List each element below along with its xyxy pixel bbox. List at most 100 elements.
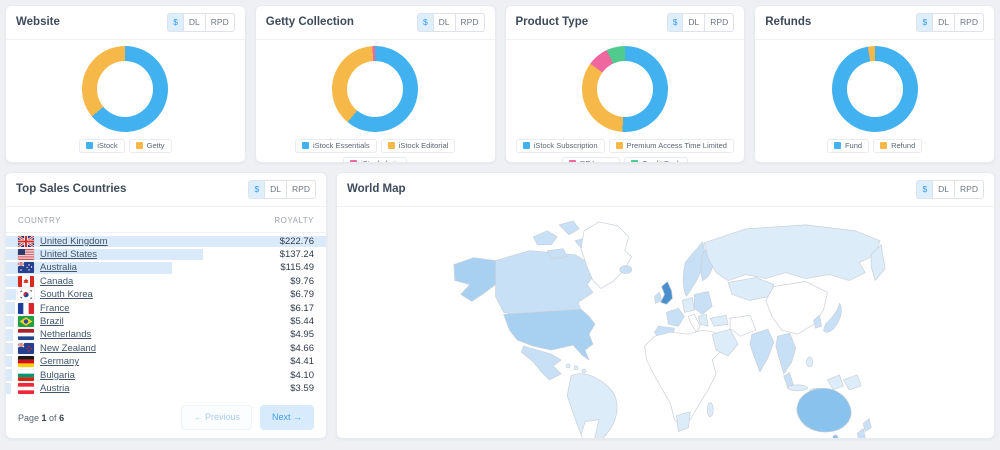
map-region-france[interactable] — [666, 308, 684, 326]
legend-item[interactable]: iStock Essentials — [295, 139, 377, 153]
royalty-toggle-button[interactable]: $ — [417, 13, 434, 32]
legend-item[interactable]: iStock Editorial — [381, 139, 456, 153]
country-link[interactable]: Bulgaria — [40, 370, 75, 381]
chart-legend: iStock Getty — [79, 139, 171, 153]
legend-item[interactable]: Refund — [873, 139, 922, 153]
legend-item[interactable]: RF Image — [562, 157, 620, 163]
map-region-central-asia[interactable] — [728, 277, 774, 300]
legend-item[interactable]: iStock Subscription — [516, 139, 605, 153]
map-region-australia[interactable] — [797, 388, 851, 432]
map-region-arctic-island-2[interactable] — [559, 220, 579, 234]
map-region-eastern-europe[interactable] — [694, 291, 712, 314]
chart-body: iStock Subscription Premium Access Time L… — [506, 40, 745, 164]
downloads-toggle-button[interactable]: DL — [433, 13, 456, 32]
royalty-value: $9.76 — [290, 276, 314, 287]
country-link[interactable]: Canada — [40, 276, 73, 287]
royalty-toggle-button[interactable]: $ — [248, 180, 265, 199]
legend-item[interactable]: Fund — [827, 139, 869, 153]
table-row: Austria$3.59 — [6, 382, 326, 395]
world-map — [337, 207, 994, 439]
legend-label: iStock Subscription — [534, 142, 598, 150]
map-region-philippines[interactable] — [807, 357, 813, 367]
map-region-japan[interactable] — [823, 303, 841, 332]
card-header: Product Type$DLRPD — [506, 6, 745, 40]
royalty-toggle-button[interactable]: $ — [667, 13, 684, 32]
map-region-iran[interactable] — [730, 315, 756, 336]
map-region-new-guinea[interactable] — [843, 374, 861, 389]
flag-icon-ca — [18, 276, 34, 287]
next-page-button[interactable]: Next → — [260, 405, 314, 430]
downloads-toggle-button[interactable]: DL — [183, 13, 206, 32]
country-link[interactable]: Australia — [40, 262, 77, 273]
legend-item[interactable]: iStock — [79, 139, 124, 153]
map-region-indonesia-sumatra[interactable] — [788, 384, 808, 390]
downloads-toggle-button[interactable]: DL — [932, 180, 955, 199]
royalty-toggle-button[interactable]: $ — [916, 13, 933, 32]
legend-item[interactable]: Getty — [129, 139, 172, 153]
map-region-balkans[interactable] — [698, 314, 708, 326]
country-link[interactable]: Germany — [40, 356, 79, 367]
legend-label: Refund — [891, 142, 915, 150]
downloads-toggle-button[interactable]: DL — [682, 13, 705, 32]
legend-item[interactable]: Premium Access Time Limited — [609, 139, 734, 153]
royalty-value: $222.76 — [280, 236, 314, 247]
map-region-united-kingdom[interactable] — [661, 281, 673, 304]
map-region-turkey[interactable] — [710, 315, 728, 326]
map-region-germany[interactable] — [682, 297, 694, 312]
map-region-iceland[interactable] — [620, 265, 632, 273]
country-link[interactable]: France — [40, 303, 70, 314]
legend-item[interactable]: Credit Pack — [624, 157, 688, 163]
rpd-toggle-button[interactable]: RPD — [954, 180, 984, 199]
country-link[interactable]: Austria — [40, 383, 70, 394]
table-row: Brazil$5.44 — [6, 315, 326, 328]
rpd-toggle-button[interactable]: RPD — [954, 13, 984, 32]
map-region-arctic-island-1[interactable] — [533, 230, 557, 244]
legend-label: Fund — [845, 142, 862, 150]
rpd-toggle-button[interactable]: RPD — [704, 13, 734, 32]
map-region-russia[interactable] — [704, 224, 880, 280]
map-region-india[interactable] — [750, 329, 774, 372]
downloads-toggle-button[interactable]: DL — [932, 13, 955, 32]
card-title: Refunds — [765, 16, 811, 28]
country-link[interactable]: New Zealand — [40, 343, 96, 354]
flag-icon-gb — [18, 236, 34, 247]
map-region-caribbean-3[interactable] — [582, 368, 586, 372]
map-region-new-zealand-south[interactable] — [857, 428, 865, 438]
world-map-card: World Map $DLRPD — [336, 172, 995, 439]
country-link[interactable]: Netherlands — [40, 329, 91, 340]
table-row: United Kingdom $222.76 — [6, 235, 326, 248]
map-region-indonesia-borneo[interactable] — [827, 374, 843, 389]
map-region-alaska[interactable] — [454, 257, 496, 301]
chart-body: iStock Essentials iStock Editorial iStockp… — [256, 40, 495, 164]
map-region-new-zealand-north[interactable] — [863, 418, 871, 431]
country-link[interactable]: South Korea — [40, 289, 93, 300]
country-link[interactable]: United Kingdom — [40, 236, 108, 247]
legend-swatch-icon — [569, 160, 576, 163]
map-region-united-states[interactable] — [504, 309, 595, 360]
downloads-toggle-button[interactable]: DL — [264, 180, 287, 199]
country-link[interactable]: Brazil — [40, 316, 64, 327]
royalty-toggle-button[interactable]: $ — [167, 13, 184, 32]
rpd-toggle-button[interactable]: RPD — [205, 13, 235, 32]
column-header-royalty: Royalty — [274, 216, 314, 225]
royalty-bar — [6, 356, 12, 367]
country-link[interactable]: United States — [40, 249, 97, 260]
map-region-tasmania[interactable] — [833, 435, 838, 438]
map-region-caribbean-2[interactable] — [574, 365, 578, 369]
map-region-caribbean-1[interactable] — [566, 363, 570, 367]
panel-toggle-group: $DLRPD — [916, 180, 984, 199]
legend-swatch-icon — [350, 160, 357, 163]
rpd-toggle-button[interactable]: RPD — [455, 13, 485, 32]
previous-page-button[interactable]: ← Previous — [181, 405, 252, 430]
royalty-bar — [6, 383, 11, 394]
legend-item[interactable]: iStockphoto — [343, 157, 407, 163]
royalty-toggle-button[interactable]: $ — [916, 180, 933, 199]
panel-toggle-group: $DLRPD — [167, 13, 235, 32]
map-region-madagascar[interactable] — [707, 402, 713, 416]
rpd-toggle-button[interactable]: RPD — [286, 180, 316, 199]
map-region-canada[interactable] — [496, 250, 595, 316]
map-region-mexico[interactable] — [521, 346, 561, 380]
map-region-arctic-island-4[interactable] — [547, 248, 567, 258]
legend-swatch-icon — [136, 142, 143, 149]
map-region-southeast-asia[interactable] — [776, 333, 796, 374]
